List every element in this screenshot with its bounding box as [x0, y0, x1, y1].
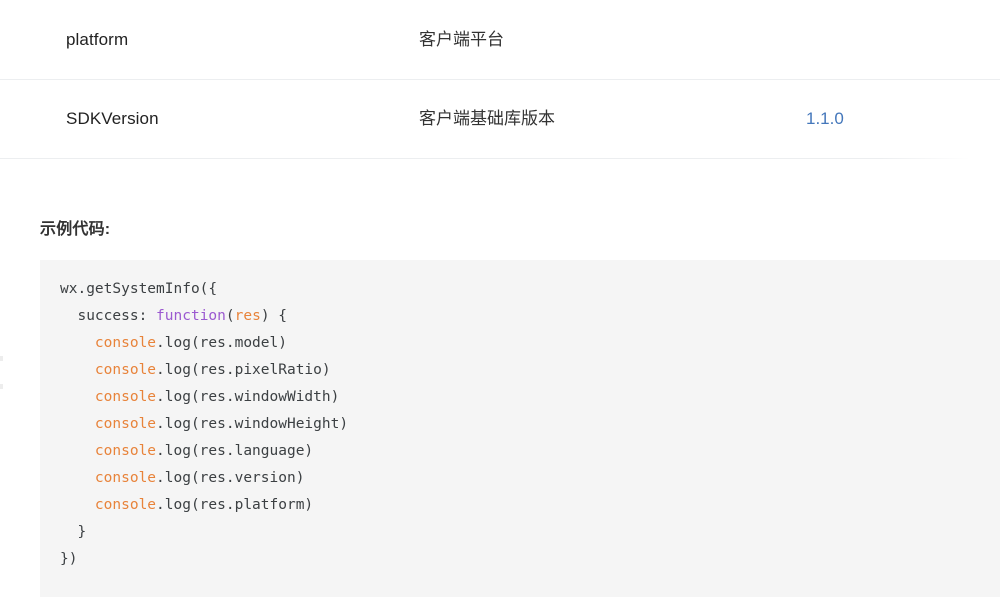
table-cell-value: 1.1.0	[806, 79, 1000, 159]
parameter-name: SDKVersion	[66, 108, 159, 128]
code-token-plain: wx.getSystemInfo({	[60, 280, 218, 297]
sdk-version-link[interactable]: 1.1.0	[806, 109, 844, 128]
code-token-console: console	[94, 361, 157, 378]
code-token-plain: .log(res.model)	[156, 334, 287, 351]
code-token-console: console	[94, 469, 157, 486]
code-token-plain: .log(res.platform)	[156, 496, 314, 513]
code-token-plain: (	[225, 307, 235, 324]
code-token-plain: success:	[77, 307, 157, 324]
code-token-plain: .log(res.version)	[156, 469, 305, 486]
code-token-param: res	[234, 307, 261, 324]
table-cell-value	[806, 0, 1000, 80]
parameter-table-body: platform 客户端平台 SDKVersion 客户端基础库版本 1.1.0	[0, 0, 1000, 159]
code-token-plain: })	[60, 550, 78, 567]
edge-artifact-upper	[0, 356, 3, 361]
table-cell-name: platform	[0, 0, 419, 80]
sample-code-content[interactable]: wx.getSystemInfo({ success: function(res…	[60, 276, 1000, 573]
code-token-console: console	[94, 388, 157, 405]
table-row: SDKVersion 客户端基础库版本 1.1.0	[0, 79, 1000, 159]
code-token-console: console	[94, 334, 157, 351]
table-cell-description: 客户端平台	[419, 0, 806, 80]
code-token-function: function	[156, 307, 226, 324]
code-token-console: console	[94, 442, 157, 459]
parameter-description: 客户端基础库版本	[419, 108, 555, 128]
parameter-description: 客户端平台	[419, 29, 504, 49]
code-token-plain: .log(res.language)	[156, 442, 314, 459]
code-token-plain: .log(res.pixelRatio)	[156, 361, 331, 378]
edge-artifact-lower	[0, 384, 3, 389]
sample-code-heading: 示例代码:	[40, 220, 111, 238]
parameter-table: platform 客户端平台 SDKVersion 客户端基础库版本 1.1.0	[0, 0, 1000, 159]
code-token-plain: ) {	[260, 307, 288, 324]
table-cell-description: 客户端基础库版本	[419, 79, 806, 159]
table-row: platform 客户端平台	[0, 0, 1000, 80]
code-token-console: console	[94, 496, 157, 513]
table-cell-name: SDKVersion	[0, 79, 419, 159]
code-token-plain: .log(res.windowHeight)	[156, 415, 349, 432]
code-token-plain: .log(res.windowWidth)	[156, 388, 340, 405]
code-token-plain: }	[77, 523, 87, 540]
parameter-name: platform	[66, 29, 129, 49]
sample-code-block: wx.getSystemInfo({ success: function(res…	[40, 259, 1000, 597]
code-token-console: console	[94, 415, 157, 432]
